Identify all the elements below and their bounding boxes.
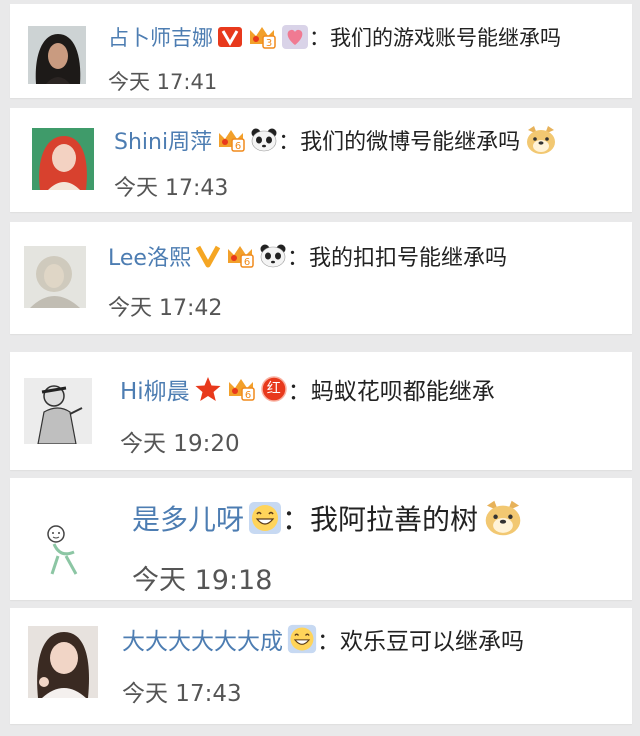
red-badge-label: 红	[266, 381, 281, 397]
svg-text:6: 6	[235, 141, 241, 152]
comment-item[interactable]: Shini周萍 6 ： 我们的微博号能继承吗 今天 17:43	[10, 108, 632, 212]
comment-item[interactable]: 大大大大大大成 ： 欢乐豆可以继承吗 今天 17:43	[10, 608, 632, 724]
comment-item[interactable]: 占卜师吉娜 3 ： 我们的游戏账号能继承吗 今天 17:41	[10, 4, 632, 98]
comment-header: Shini周萍 6 ： 我们的微博号能继承吗	[114, 124, 558, 156]
verified-v-red-icon	[217, 25, 243, 49]
avatar[interactable]	[24, 246, 86, 308]
colon: ：	[286, 246, 309, 271]
heart-badge-icon	[281, 24, 309, 50]
grin-emoji	[248, 501, 282, 535]
comment-text: 我们的微博号能继承吗	[300, 130, 521, 155]
comment-item[interactable]: 是多儿呀 ： 我阿拉善的树 今天 19:18	[10, 478, 632, 600]
panda-emoji	[250, 127, 278, 153]
panda-emoji	[259, 243, 287, 269]
timestamp: 今天 17:43	[114, 176, 229, 201]
comment-text: 我阿拉善的树	[310, 503, 479, 536]
username[interactable]: Lee洛熙	[108, 240, 191, 272]
svg-text:6: 6	[245, 390, 251, 401]
avatar[interactable]	[32, 128, 94, 190]
verified-v-orange-icon	[195, 243, 221, 269]
colon: ：	[278, 130, 301, 155]
username[interactable]: 是多儿呀	[132, 498, 244, 538]
comment-text: 我的扣扣号能继承吗	[308, 246, 507, 271]
comment-header: Lee洛熙 6 ： 我的扣扣号能继承吗	[108, 240, 507, 272]
comment-text: 我们的游戏账号能继承吗	[330, 26, 561, 50]
svg-text:6: 6	[244, 257, 250, 268]
username[interactable]: Hi柳晨	[120, 372, 190, 406]
colon: ：	[287, 379, 311, 405]
comment-text: 欢乐豆可以继承吗	[340, 629, 524, 655]
username[interactable]: 占卜师吉娜	[108, 22, 213, 52]
comment-header: 是多儿呀 ： 我阿拉善的树	[132, 498, 524, 538]
comment-item[interactable]: Hi柳晨 6 红 ： 蚂蚁花呗都能继承 今天 19:20	[10, 352, 632, 470]
avatar[interactable]	[22, 508, 100, 588]
timestamp: 今天 17:41	[108, 70, 218, 94]
fan-crown-icon: 6	[226, 376, 256, 402]
fan-crown-icon: 6	[225, 243, 255, 269]
comment-item[interactable]: Lee洛熙 6 ： 我的扣扣号能继承吗 今天 17:42	[10, 222, 632, 334]
avatar[interactable]	[28, 626, 98, 698]
red-badge-icon: 红	[260, 375, 288, 403]
red-star-icon	[194, 375, 222, 403]
timestamp: 今天 19:20	[120, 431, 240, 457]
comment-header: Hi柳晨 6 红 ： 蚂蚁花呗都能继承	[120, 372, 495, 406]
comment-text: 蚂蚁花呗都能继承	[310, 379, 495, 405]
username[interactable]: Shini周萍	[114, 124, 212, 156]
svg-text:3: 3	[266, 38, 272, 49]
fan-crown-icon: 6	[216, 127, 246, 153]
doge-emoji	[524, 124, 558, 156]
timestamp: 今天 17:43	[122, 681, 242, 707]
colon: ：	[309, 26, 330, 50]
avatar[interactable]	[28, 26, 86, 84]
fan-crown-icon: 3	[247, 24, 277, 50]
doge-emoji	[482, 498, 524, 538]
colon: ：	[282, 503, 311, 536]
username[interactable]: 大大大大大大成	[122, 622, 283, 656]
avatar[interactable]	[24, 378, 92, 444]
comment-header: 占卜师吉娜 3 ： 我们的游戏账号能继承吗	[108, 22, 561, 52]
colon: ：	[317, 629, 340, 655]
timestamp: 今天 19:18	[132, 565, 273, 596]
timestamp: 今天 17:42	[108, 296, 223, 321]
comment-header: 大大大大大大成 ： 欢乐豆可以继承吗	[122, 622, 524, 656]
grin-emoji	[287, 624, 317, 654]
comment-feed: 占卜师吉娜 3 ： 我们的游戏账号能继承吗 今天 17:41 Shini周萍 6	[0, 0, 640, 736]
